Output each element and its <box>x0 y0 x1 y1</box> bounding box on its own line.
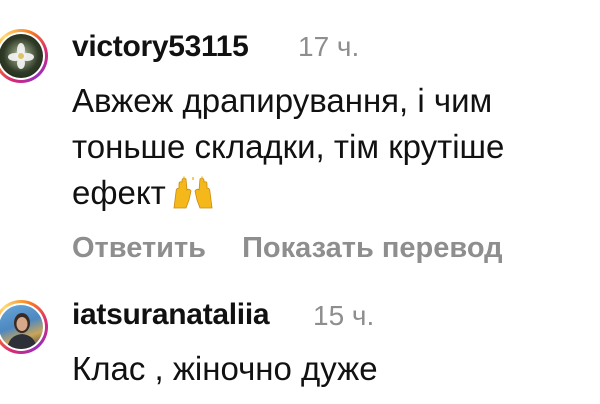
comment-timestamp: 17 ч. <box>298 31 360 62</box>
comment-username[interactable]: victory53115 <box>72 30 249 64</box>
comment-text: Клас , жіночно дуже <box>72 350 378 387</box>
show-translation-button[interactable]: Показать перевод <box>242 232 502 264</box>
comment-actions: Ответить Показать перевод <box>72 232 503 265</box>
comment-timestamp: 15 ч. <box>313 300 375 331</box>
person-avatar-icon <box>7 313 37 349</box>
avatar[interactable] <box>0 29 48 83</box>
raising-hands-icon <box>173 176 213 209</box>
reply-button[interactable]: Ответить <box>72 232 206 264</box>
comment-username[interactable]: iatsuranataliia <box>72 298 270 332</box>
comment-item: victory53115 17 ч. Авжеж драпирування, і… <box>0 0 600 290</box>
avatar[interactable] <box>0 300 48 354</box>
comment-item: iatsuranataliia 15 ч. Клас , жіночно дуж… <box>0 290 600 404</box>
flower-avatar-icon <box>8 43 34 69</box>
comment-body: Авжеж драпирування, і чим тоньше складки… <box>72 82 505 211</box>
comment-text: Авжеж драпирування, і чим тоньше складки… <box>72 78 592 216</box>
